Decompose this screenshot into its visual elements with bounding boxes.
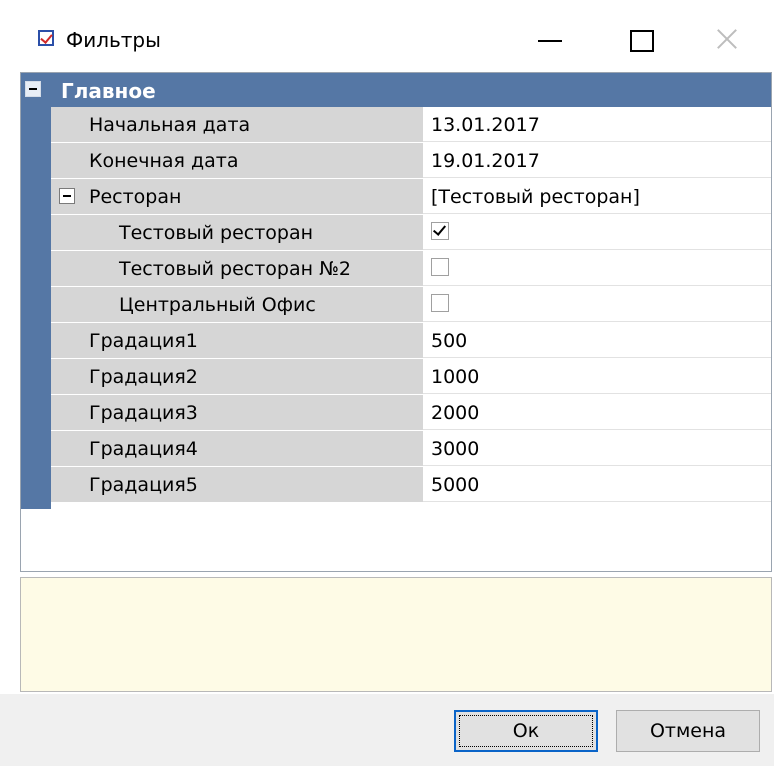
property-label: Градация4 (89, 438, 198, 460)
property-value-cell[interactable]: 3000 (423, 431, 771, 466)
property-name-cell: Градация3 (51, 395, 423, 431)
property-name-cell: Центральный Офис (51, 287, 423, 323)
property-name-cell: Ресторан (51, 179, 423, 215)
property-label: Градация1 (89, 330, 198, 352)
property-label: Ресторан (89, 186, 182, 208)
property-value-cell[interactable]: 2000 (423, 395, 771, 430)
property-value-cell[interactable]: 1000 (423, 359, 771, 394)
property-name-cell: Тестовый ресторан (51, 215, 423, 251)
property-name-cell: Тестовый ресторан №2 (51, 251, 423, 287)
property-row-test-restaurant[interactable]: Тестовый ресторан (51, 215, 771, 251)
filters-dialog: Фильтры Главное Начальная дата 13.01.201… (0, 0, 774, 766)
test-restaurant-2-checkbox[interactable] (431, 258, 449, 276)
restaurant-value[interactable]: [Тестовый ресторан] (431, 186, 640, 208)
property-row-start-date[interactable]: Начальная дата 13.01.2017 (51, 107, 771, 143)
category-label: Главное (61, 79, 156, 103)
property-label: Тестовый ресторан (119, 222, 314, 244)
property-grid: Главное Начальная дата 13.01.2017 Конечн… (20, 72, 772, 572)
dialog-footer: Ок Отмена (0, 694, 774, 766)
property-label: Начальная дата (89, 114, 251, 136)
property-row-gradation3[interactable]: Градация3 2000 (51, 395, 771, 431)
property-row-gradation5[interactable]: Градация5 5000 (51, 467, 771, 503)
property-name-cell: Градация4 (51, 431, 423, 467)
property-row-gradation2[interactable]: Градация2 1000 (51, 359, 771, 395)
close-button[interactable] (700, 16, 760, 64)
property-row-gradation1[interactable]: Градация1 500 (51, 323, 771, 359)
description-panel (20, 577, 772, 692)
test-restaurant-checkbox[interactable] (431, 222, 449, 240)
property-value-cell[interactable]: 5000 (423, 467, 771, 502)
property-label: Тестовый ресторан №2 (119, 258, 351, 280)
grid-gutter (21, 73, 51, 509)
start-date-value[interactable]: 13.01.2017 (431, 114, 540, 136)
property-name-cell: Градация1 (51, 323, 423, 359)
property-name-cell: Начальная дата (51, 107, 423, 143)
title-bar[interactable]: Фильтры (0, 0, 774, 72)
minimize-button[interactable] (520, 16, 580, 64)
property-value-cell[interactable] (423, 287, 771, 322)
property-value-cell[interactable]: [Тестовый ресторан] (423, 179, 771, 214)
property-label: Конечная дата (89, 150, 239, 172)
category-row-main[interactable]: Главное (21, 73, 771, 107)
property-value-cell[interactable]: 13.01.2017 (423, 107, 771, 142)
property-value-cell[interactable]: 500 (423, 323, 771, 358)
gradation2-value[interactable]: 1000 (431, 366, 479, 388)
central-office-checkbox[interactable] (431, 294, 449, 312)
property-row-central-office[interactable]: Центральный Офис (51, 287, 771, 323)
window-title: Фильтры (66, 28, 161, 52)
property-value-cell[interactable] (423, 215, 771, 250)
gradation5-value[interactable]: 5000 (431, 474, 479, 496)
gradation3-value[interactable]: 2000 (431, 402, 479, 424)
property-name-cell: Градация5 (51, 467, 423, 503)
property-label: Градация3 (89, 402, 198, 424)
gradation1-value[interactable]: 500 (431, 330, 467, 352)
checkbox-icon (38, 30, 54, 46)
property-name-cell: Градация2 (51, 359, 423, 395)
collapse-icon[interactable] (59, 188, 75, 204)
ok-button[interactable]: Ок (454, 710, 598, 752)
property-label: Градация5 (89, 474, 198, 496)
property-row-test-restaurant-2[interactable]: Тестовый ресторан №2 (51, 251, 771, 287)
property-row-gradation4[interactable]: Градация4 3000 (51, 431, 771, 467)
property-label: Градация2 (89, 366, 198, 388)
property-value-cell[interactable]: 19.01.2017 (423, 143, 771, 178)
end-date-value[interactable]: 19.01.2017 (431, 150, 540, 172)
collapse-icon[interactable] (25, 81, 41, 97)
property-row-restaurant[interactable]: Ресторан [Тестовый ресторан] (51, 179, 771, 215)
cancel-button[interactable]: Отмена (616, 710, 760, 752)
property-value-cell[interactable] (423, 251, 771, 286)
property-row-end-date[interactable]: Конечная дата 19.01.2017 (51, 143, 771, 179)
property-label: Центральный Офис (119, 294, 316, 316)
property-name-cell: Конечная дата (51, 143, 423, 179)
maximize-button[interactable] (612, 16, 672, 64)
gradation4-value[interactable]: 3000 (431, 438, 479, 460)
